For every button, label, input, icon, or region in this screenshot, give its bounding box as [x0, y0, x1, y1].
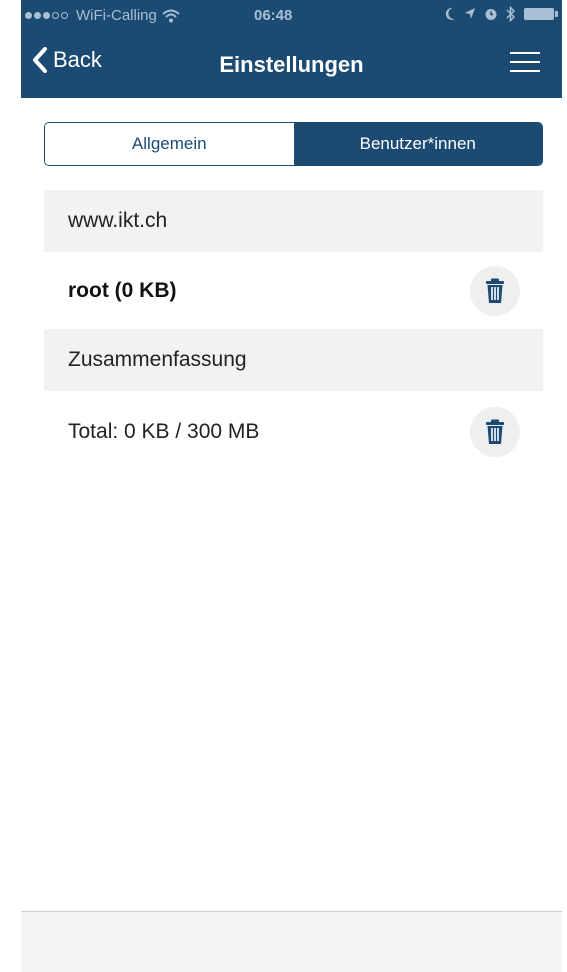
section-header-server: www.ikt.ch	[44, 190, 543, 252]
delete-user-button[interactable]	[470, 266, 520, 316]
alarm-icon	[485, 9, 497, 20]
user-storage-label: root (0 KB)	[68, 279, 177, 302]
moon-icon	[445, 7, 455, 20]
status-time: 06:48	[254, 7, 293, 24]
page-title: Einstellungen	[219, 52, 364, 77]
tab-benutzer-innen[interactable]: Benutzer*innen	[293, 123, 542, 165]
hamburger-menu-icon[interactable]	[510, 52, 540, 76]
summary-title: Zusammenfassung	[68, 348, 247, 371]
location-icon	[465, 8, 475, 19]
status-bar: WiFi-Calling 06:48	[21, 0, 562, 34]
trash-icon	[486, 278, 504, 303]
status-left: WiFi-Calling	[25, 7, 180, 24]
carrier-label: WiFi-Calling	[76, 7, 157, 24]
navigation-bar: Back Einstellungen	[21, 34, 562, 98]
status-right	[444, 6, 558, 22]
delete-all-button[interactable]	[470, 407, 520, 457]
list-item-user: root (0 KB)	[44, 254, 543, 328]
bottom-toolbar	[21, 911, 562, 972]
section-header-summary: Zusammenfassung	[44, 329, 543, 391]
server-name: www.ikt.ch	[68, 209, 168, 232]
battery-icon	[524, 8, 558, 20]
bluetooth-icon	[506, 6, 516, 22]
trash-icon	[486, 419, 504, 444]
signal-dots-icon	[25, 12, 70, 19]
wifi-icon	[162, 9, 180, 22]
tab-bar: Allgemein Benutzer*innen	[44, 122, 543, 166]
list-item-total: Total: 0 KB / 300 MB	[44, 395, 543, 469]
app-screen: WiFi-Calling 06:48 Back Einstellungen Al…	[21, 0, 562, 972]
tab-allgemein[interactable]: Allgemein	[45, 123, 294, 165]
total-storage-label: Total: 0 KB / 300 MB	[68, 420, 260, 443]
